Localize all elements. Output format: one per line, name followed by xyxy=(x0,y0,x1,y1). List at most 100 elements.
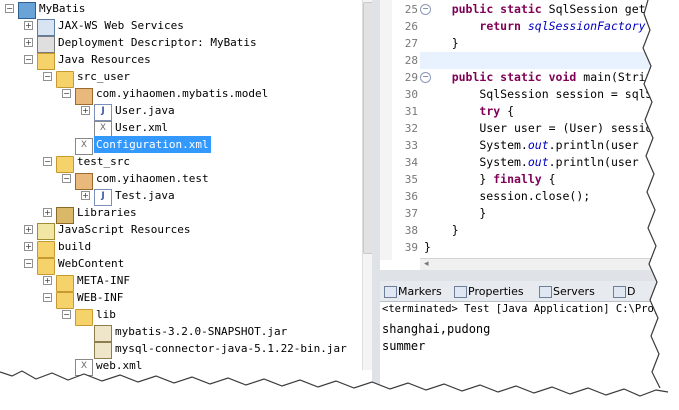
tree-item-label: Deployment Descriptor: MyBatis xyxy=(58,36,257,49)
code-token: out xyxy=(527,155,549,169)
tree-item[interactable]: − MyBatis xyxy=(0,0,360,19)
tab-label: Servers xyxy=(553,285,595,298)
line-number: 28 xyxy=(404,54,418,67)
line-number: 32 xyxy=(404,122,418,135)
collapse-icon[interactable]: − xyxy=(43,157,52,166)
panel-tab-bar: Markers Properties Servers D xyxy=(380,281,679,302)
view-divider[interactable] xyxy=(372,0,380,390)
servers-icon xyxy=(539,286,552,298)
code-line[interactable]: } xyxy=(424,205,486,222)
expand-icon[interactable]: + xyxy=(24,242,33,251)
tree-item[interactable]: − WEB-INF xyxy=(0,289,360,309)
tree-item[interactable]: + Libraries xyxy=(0,204,360,224)
line-number: 35 xyxy=(404,173,418,186)
tree-item[interactable]: − Java Resources xyxy=(0,51,360,70)
tree-item[interactable]: Xweb.xml xyxy=(0,357,360,376)
code-token: } xyxy=(424,206,487,220)
tree-item-label: com.yihaomen.test xyxy=(96,172,209,185)
tree-item[interactable]: + JAX-WS Web Services xyxy=(0,17,360,36)
code-line[interactable]: SqlSession session = sqlSessionFactory xyxy=(424,86,679,103)
data-source-icon xyxy=(613,286,626,298)
expand-icon[interactable]: + xyxy=(43,208,52,217)
scroll-left-icon[interactable]: ◂ xyxy=(424,259,429,269)
collapse-icon[interactable]: − xyxy=(43,72,52,81)
collapse-icon[interactable]: − xyxy=(24,55,33,64)
collapse-icon[interactable]: − xyxy=(24,259,33,268)
tree-item[interactable]: + build xyxy=(0,238,360,258)
code-line[interactable]: } xyxy=(424,35,459,52)
code-line[interactable]: public static SqlSession getSession xyxy=(424,1,679,18)
collapse-icon[interactable]: − xyxy=(62,174,71,183)
tree-item[interactable]: − com.yihaomen.mybatis.model xyxy=(0,85,360,105)
current-line-highlight xyxy=(420,52,679,69)
code-editor[interactable]: 25 26 27 28 29 30 31 32 33 34 35 36 37 38 39 − public … xyxy=(380,0,679,260)
collapse-icon[interactable]: − xyxy=(5,4,14,13)
line-number-gutter: 25 26 27 28 29 30 31 32 33 34 35 36 37 38 39 xyxy=(392,0,420,260)
code-line[interactable]: } xyxy=(424,222,459,239)
code-line[interactable]: session.close(); xyxy=(424,188,590,205)
tree-item[interactable]: + Deployment Descriptor: MyBatis xyxy=(0,34,360,53)
code-token: sqlSessionFactory xyxy=(527,19,646,33)
tree-item[interactable]: mysql-connector-java-5.1.22-bin.jar xyxy=(0,340,360,359)
line-number: 36 xyxy=(404,190,418,203)
line-number: 34 xyxy=(404,156,418,169)
code-line[interactable]: System.out.println(user xyxy=(424,137,638,154)
code-token: public static void xyxy=(451,70,584,84)
tree-item[interactable]: X User.xml xyxy=(0,119,360,138)
tab-d[interactable]: D xyxy=(611,283,635,300)
tree-item[interactable]: − WebContent xyxy=(0,255,360,275)
code-line[interactable]: User user = (User) session xyxy=(424,120,659,137)
code-token: } xyxy=(424,240,431,254)
tab-markers[interactable]: Markers xyxy=(382,283,442,300)
console-output-line: shanghai,pudong xyxy=(382,322,491,336)
code-line[interactable]: public static void main(String[] args) xyxy=(424,69,679,86)
line-number: 31 xyxy=(404,105,418,118)
tree-item[interactable]: + J User.java xyxy=(0,102,360,121)
tree-item[interactable]: − src_user xyxy=(0,68,360,88)
panel-divider[interactable] xyxy=(380,270,679,281)
tree-item-label: src_user xyxy=(77,70,130,83)
tab-properties[interactable]: Properties xyxy=(452,283,524,300)
tab-servers[interactable]: Servers xyxy=(537,283,595,300)
expand-icon[interactable]: + xyxy=(24,21,33,30)
collapse-icon[interactable]: − xyxy=(43,293,52,302)
tree-item[interactable]: + JavaScript Resources xyxy=(0,221,360,240)
tree-item[interactable]: − test_src xyxy=(0,153,360,173)
expand-icon[interactable]: + xyxy=(81,106,90,115)
code-line[interactable]: } xyxy=(424,239,431,256)
tree-item[interactable]: + META-INF xyxy=(0,272,360,292)
collapse-icon[interactable]: − xyxy=(62,310,71,319)
line-number: 25 xyxy=(404,3,418,16)
code-line[interactable]: return sqlSessionFactory xyxy=(424,18,646,35)
bottom-panel: Markers Properties Servers D <terminated> T… xyxy=(380,281,679,381)
code-token: out xyxy=(527,138,549,152)
line-number: 33 xyxy=(404,139,418,152)
tree-item[interactable]: − lib xyxy=(0,306,360,326)
code-line[interactable]: System.out.println(user xyxy=(424,154,638,171)
tree-item[interactable]: − com.yihaomen.test xyxy=(0,170,360,190)
code-line[interactable]: try { xyxy=(424,103,514,120)
project-explorer: − MyBatis + JAX-WS Web Services + Deployment … xyxy=(0,0,372,390)
expand-icon[interactable]: + xyxy=(24,225,33,234)
tree-item[interactable]: X Configuration.xml xyxy=(0,136,360,155)
tree-item-label: JavaScript Resources xyxy=(58,223,191,236)
tree-item[interactable]: mybatis-3.2.0-SNAPSHOT.jar xyxy=(0,323,360,342)
tree-item-label: User.java xyxy=(115,104,175,117)
collapse-icon[interactable]: − xyxy=(62,89,71,98)
tree-item-label: Java Resources xyxy=(58,53,151,66)
expand-icon[interactable]: + xyxy=(81,191,90,200)
tree-item-label: mybatis-3.2.0-SNAPSHOT.jar xyxy=(115,325,288,338)
code-token: session.close(); xyxy=(424,189,591,203)
expand-icon[interactable]: + xyxy=(43,276,52,285)
xml-file-icon: X xyxy=(75,359,93,376)
line-number: 39 xyxy=(404,241,418,254)
code-token: { xyxy=(541,172,556,186)
tree-item[interactable]: + J Test.java xyxy=(0,187,360,206)
code-token: System. xyxy=(424,155,528,169)
code-line[interactable]: } finally { xyxy=(424,171,556,188)
code-token: finally xyxy=(493,172,542,186)
expand-icon[interactable]: + xyxy=(24,38,33,47)
tree-item-label: WebContent xyxy=(58,257,125,270)
